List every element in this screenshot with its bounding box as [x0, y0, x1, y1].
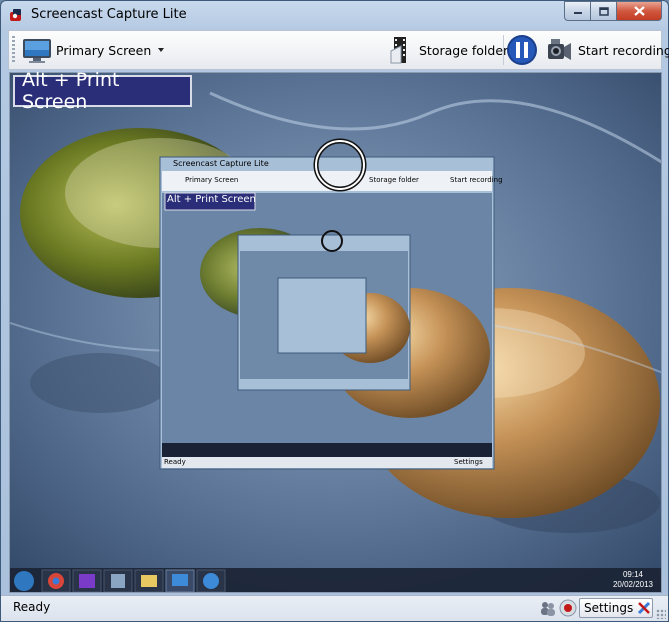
caption-buttons [564, 1, 662, 21]
nested-hotkey-badge: Alt + Print Screen [167, 194, 256, 205]
title-bar[interactable]: Screencast Capture Lite [1, 1, 668, 29]
taskbar-clock[interactable]: 09:14 20/02/2013 [613, 570, 653, 590]
nested-window-title: Screencast Capture Lite [173, 159, 269, 168]
storage-folder-button[interactable]: Storage folder [387, 31, 508, 69]
maximize-icon [598, 6, 609, 16]
record-status-icon[interactable] [559, 599, 577, 617]
taskbar-time: 09:14 [622, 570, 643, 579]
main-toolbar: Primary Screen Storage folder Start reco… [8, 30, 669, 70]
nested-start-recording: Start recording [450, 176, 503, 184]
screen-select-label: Primary Screen [56, 42, 152, 58]
start-recording-button[interactable]: Start recording [545, 31, 669, 69]
minimize-button[interactable] [564, 1, 591, 21]
hotkey-overlay: Alt + Print Screen [13, 69, 192, 113]
nested-status-text: Ready [164, 458, 186, 466]
people-icon[interactable] [539, 599, 557, 617]
resize-grip[interactable] [656, 609, 666, 619]
app-camera-icon [10, 9, 21, 21]
window-title: Screencast Capture Lite [31, 7, 187, 22]
monitor-icon [23, 39, 51, 63]
nested-screen-select: Primary Screen [185, 176, 239, 184]
camcorder-icon [548, 39, 571, 60]
nested-storage-folder: Storage folder [369, 176, 419, 184]
status-text: Ready [13, 600, 51, 614]
settings-label: Settings [584, 601, 634, 615]
storage-folder-label: Storage folder [419, 42, 509, 58]
chevron-down-icon [158, 48, 165, 52]
pause-icon [507, 35, 537, 65]
status-bar: Ready Settings [1, 595, 668, 621]
close-button[interactable] [617, 1, 662, 21]
start-recording-label: Start recording [578, 42, 669, 58]
film-folder-icon [390, 37, 406, 64]
toolbar-separator [503, 35, 504, 65]
settings-button[interactable]: Settings [579, 598, 653, 618]
taskbar-date: 20/02/2013 [612, 580, 653, 589]
toolbar-grip[interactable] [12, 36, 15, 64]
capture-preview: 09:14 20/02/2013 Alt + Print Screen Scre… [9, 72, 662, 593]
nested-settings-label: Settings [454, 458, 483, 466]
desktop-wallpaper [10, 73, 661, 592]
close-icon [633, 6, 645, 16]
screen-select-button[interactable]: Primary Screen [21, 31, 166, 69]
maximize-button[interactable] [591, 1, 617, 21]
minimize-icon [573, 12, 582, 14]
app-window: Screencast Capture Lite Primary Screen S… [0, 0, 669, 622]
tools-icon [637, 601, 651, 615]
pause-button[interactable] [506, 31, 538, 69]
